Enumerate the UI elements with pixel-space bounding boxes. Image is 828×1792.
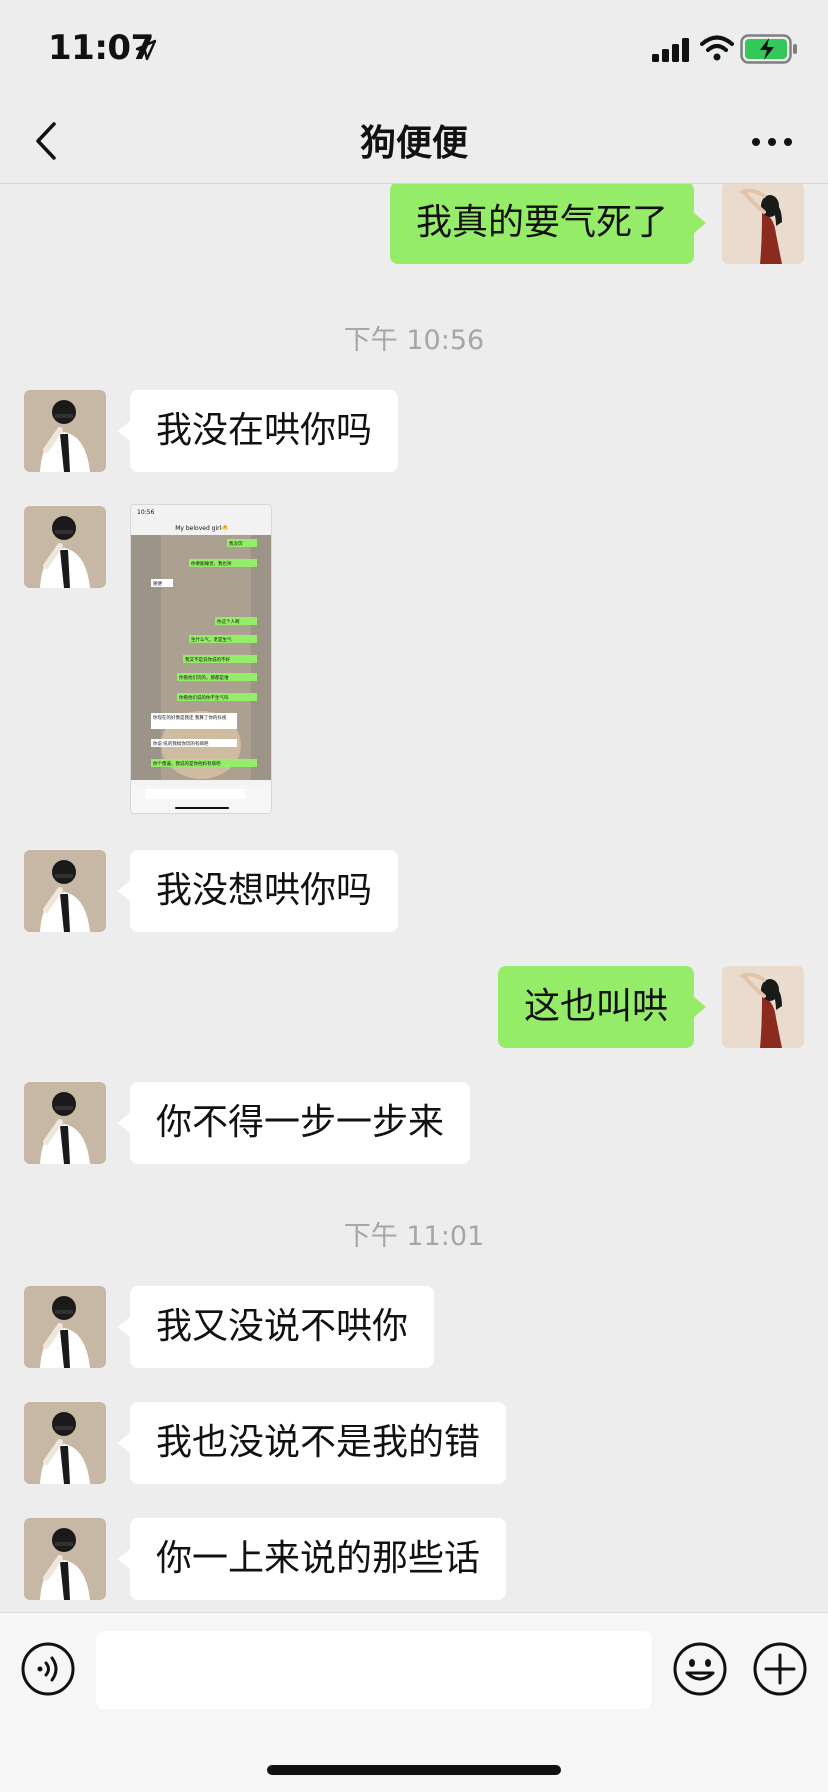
chat-title: 狗便便 xyxy=(359,123,468,164)
message-bubble-received[interactable]: 我没在哄你吗 xyxy=(117,390,399,472)
message-bubble-received[interactable]: 我又没说不哄你 xyxy=(117,1286,435,1368)
contact-avatar[interactable] xyxy=(24,850,106,932)
thumb-bubble: 你现在的好像是我还 我算了你的抖视 xyxy=(153,714,227,721)
thumb-bubble: 生什么气，老是生气 xyxy=(191,636,232,643)
battery-charging-icon xyxy=(740,34,797,64)
plus-icon[interactable] xyxy=(752,1641,808,1697)
thumb-bubble: 你要能睡觉，我也哭 xyxy=(191,560,232,567)
voice-input-icon[interactable] xyxy=(20,1641,76,1697)
timestamp: 下午 10:56 xyxy=(343,325,485,356)
input-bar xyxy=(0,1612,828,1792)
timestamp: 下午 11:01 xyxy=(343,1221,485,1252)
emoji-icon[interactable] xyxy=(672,1641,728,1697)
nav-bar: 狗便便 xyxy=(0,100,828,184)
contact-avatar[interactable] xyxy=(24,390,106,472)
message-list[interactable]: 我真的要气死了 下午 10:56 我没在哄你吗 10:56 My beloved… xyxy=(0,184,828,1612)
home-indicator[interactable] xyxy=(267,1765,561,1775)
thumb-time: 10:56 xyxy=(137,509,154,516)
thumb-bubble: 你看他们玩的，那都是谁 xyxy=(179,674,229,681)
thumb-bubble: 随便 xyxy=(153,580,162,587)
message-bubble-received[interactable]: 你不得一步一步来 xyxy=(117,1082,471,1164)
cellular-signal-icon xyxy=(652,38,689,62)
my-avatar[interactable] xyxy=(722,184,804,264)
status-bar: 11:07 xyxy=(0,0,828,100)
message-bubble-sent[interactable]: 这也叫哄 xyxy=(497,966,707,1048)
message-bubble-sent[interactable]: 我真的要气死了 xyxy=(389,184,707,264)
chat-screenshot-thumbnail: 10:56 My beloved girl🐣 我没玩 你要能睡觉，我也哭 随便 … xyxy=(131,505,271,813)
thumb-title: My beloved girl🐣 xyxy=(175,524,229,532)
image-message[interactable]: 10:56 My beloved girl🐣 我没玩 你要能睡觉，我也哭 随便 … xyxy=(130,504,272,814)
my-avatar[interactable] xyxy=(722,966,804,1048)
thumb-bubble: 我又不是说你说的不好 xyxy=(185,656,230,663)
contact-avatar[interactable] xyxy=(24,1402,106,1484)
thumb-bubble: 你看他们说的你不生气吗 xyxy=(179,694,229,701)
thumb-bubble: 你个傻逼，我说的是你他妈有病吧 xyxy=(153,760,221,767)
contact-avatar[interactable] xyxy=(24,1286,106,1368)
contact-avatar[interactable] xyxy=(24,506,106,588)
contact-avatar[interactable] xyxy=(24,1082,106,1164)
wifi-icon xyxy=(700,35,734,61)
message-bubble-received[interactable]: 我也没说不是我的错 xyxy=(117,1402,507,1484)
thumb-bubble: 我没玩 xyxy=(229,540,243,547)
more-icon[interactable] xyxy=(748,124,796,160)
message-input[interactable] xyxy=(96,1631,652,1709)
message-bubble-received[interactable]: 你一上来说的那些话 xyxy=(117,1518,507,1600)
location-arrow-icon xyxy=(135,39,157,61)
thumb-bubble: 你这个人啊 xyxy=(217,618,240,625)
contact-avatar[interactable] xyxy=(24,1518,106,1600)
message-bubble-received[interactable]: 我没想哄你吗 xyxy=(117,850,399,932)
thumb-bubble: 你说 吼的我搞你玩的有病吧 xyxy=(153,740,209,747)
